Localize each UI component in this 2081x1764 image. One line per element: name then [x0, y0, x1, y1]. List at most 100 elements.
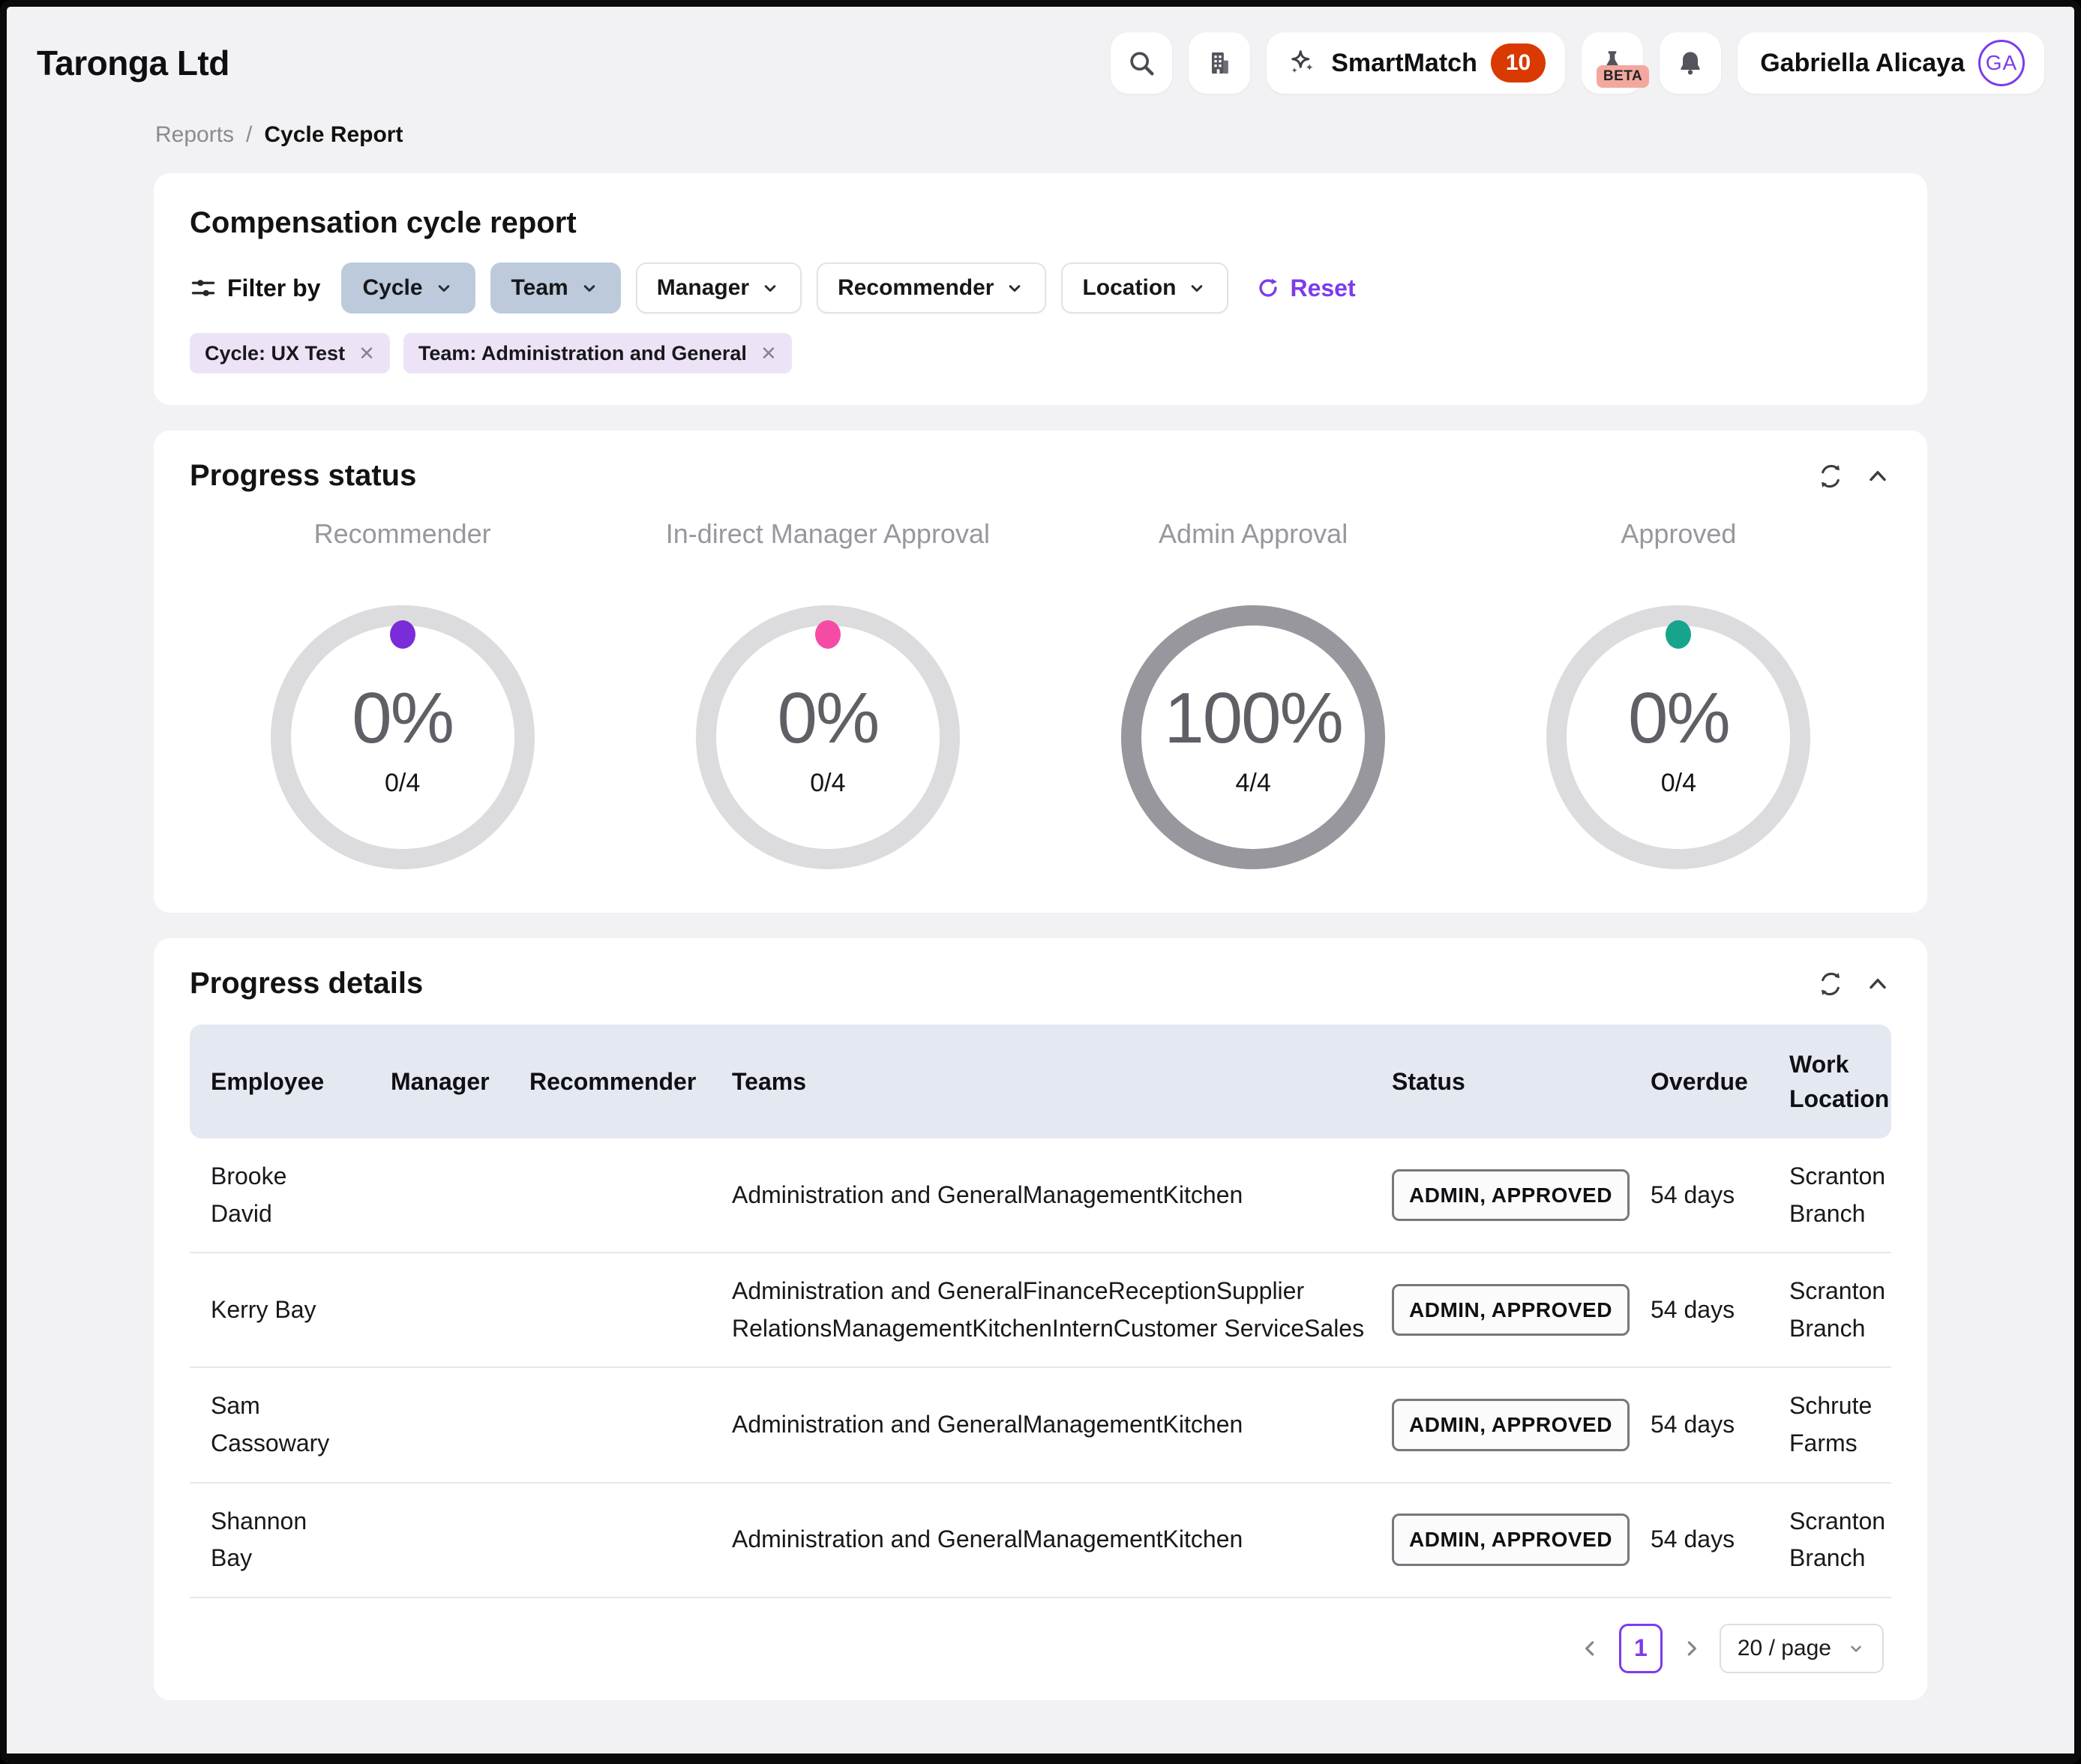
user-name: Gabriella Alicaya [1760, 49, 1965, 78]
column-header-manager: Manager [391, 1064, 529, 1099]
status-cell: ADMIN, APPROVED [1392, 1284, 1651, 1336]
cycle-filter-dropdown[interactable]: Cycle [341, 262, 475, 314]
column-header-work-location: Work Location [1789, 1047, 1907, 1117]
sliders-icon [190, 274, 217, 302]
teams-cell: Administration and GeneralManagementKitc… [732, 1521, 1392, 1558]
filter-by-label-group: Filter by [190, 274, 320, 302]
overdue-cell: 54 days [1651, 1177, 1789, 1214]
remove-chip-icon[interactable]: ✕ [760, 342, 777, 365]
table-row: Shannon Bay Administration and GeneralMa… [190, 1484, 1891, 1598]
gauge-indirect-manager-approval: In-direct Manager Approval 0% 0/4 [615, 518, 1040, 869]
work-location-cell: Scranton Branch [1789, 1503, 1903, 1577]
chevron-down-icon [1846, 1639, 1866, 1658]
breadcrumb: Reports / Cycle Report [155, 122, 2074, 148]
employee-cell: Sam Cassowary [211, 1388, 391, 1462]
recommender-filter-dropdown[interactable]: Recommender [817, 262, 1046, 314]
filter-row: Filter by Cycle Team Manager Recommender… [190, 262, 1891, 314]
teams-cell: Administration and GeneralManagementKitc… [732, 1177, 1392, 1214]
labs-button[interactable]: BETA [1582, 32, 1643, 94]
refresh-icon[interactable] [1816, 970, 1845, 998]
search-button[interactable] [1111, 32, 1172, 94]
company-directory-button[interactable] [1189, 32, 1250, 94]
page-title: Compensation cycle report [190, 206, 1891, 240]
top-bar: Taronga Ltd [7, 7, 2074, 94]
gauge-fraction: 0/4 [385, 769, 420, 798]
page-number-button[interactable]: 1 [1619, 1624, 1663, 1673]
donut-chart: 0% 0/4 [1546, 605, 1810, 869]
remove-chip-icon[interactable]: ✕ [358, 342, 375, 365]
previous-page-icon[interactable] [1579, 1636, 1603, 1660]
column-header-employee: Employee [211, 1064, 391, 1099]
work-location-cell: Scranton Branch [1789, 1273, 1903, 1347]
employee-cell: Brooke David [211, 1158, 391, 1232]
gauge-percent: 0% [1628, 677, 1729, 760]
user-menu[interactable]: Gabriella Alicaya GA [1738, 32, 2044, 94]
page-size-value: 20 / page [1738, 1636, 1831, 1661]
gauge-approved: Approved 0% 0/4 [1466, 518, 1891, 869]
building-icon [1204, 48, 1234, 78]
gauge-label: Approved [1621, 518, 1736, 550]
gauge-fraction: 0/4 [810, 769, 845, 798]
filter-chip-label: Team: Administration and General [418, 342, 747, 365]
employee-cell: Kerry Bay [211, 1292, 391, 1329]
cycle-filter-label: Cycle [362, 275, 422, 301]
progress-gauges: Recommender 0% 0/4 In-direct Manager App… [190, 518, 1891, 869]
gauge-percent: 0% [778, 677, 879, 760]
team-filter-dropdown[interactable]: Team [490, 262, 621, 314]
teams-cell: Administration and GeneralFinanceRecepti… [732, 1273, 1392, 1347]
column-header-teams: Teams [732, 1064, 1392, 1099]
page-size-select[interactable]: 20 / page [1720, 1624, 1884, 1673]
smartmatch-button[interactable]: SmartMatch 10 [1267, 32, 1565, 94]
chevron-down-icon [1004, 278, 1025, 298]
location-filter-dropdown[interactable]: Location [1061, 262, 1228, 314]
refresh-icon[interactable] [1816, 462, 1845, 490]
gauge-dot [390, 620, 415, 649]
collapse-section-icon[interactable] [1864, 970, 1891, 998]
donut-chart: 100% 4/4 [1121, 605, 1385, 869]
reset-icon [1255, 275, 1281, 301]
overdue-cell: 54 days [1651, 1406, 1789, 1444]
gauge-percent: 0% [352, 677, 453, 760]
column-header-recommender: Recommender [529, 1064, 732, 1099]
breadcrumb-reports-link[interactable]: Reports [155, 122, 234, 148]
progress-details-card: Progress details Employee Manager Re [154, 938, 1927, 1700]
status-badge: ADMIN, APPROVED [1392, 1399, 1630, 1450]
reset-label: Reset [1290, 274, 1355, 302]
avatar: GA [1978, 40, 2025, 86]
chevron-down-icon [760, 278, 781, 298]
gauge-percent: 100% [1164, 677, 1342, 760]
smartmatch-label: SmartMatch [1331, 49, 1477, 78]
gauge-dot [815, 620, 841, 649]
manager-filter-dropdown[interactable]: Manager [636, 262, 802, 314]
chevron-down-icon [579, 278, 600, 298]
bell-icon [1675, 48, 1705, 78]
gauge-label: Admin Approval [1159, 518, 1348, 550]
active-filter-chips: Cycle: UX Test ✕ Team: Administration an… [190, 333, 1891, 374]
donut-chart: 0% 0/4 [271, 605, 535, 869]
table-row: Brooke David Administration and GeneralM… [190, 1138, 1891, 1253]
gauge-admin-approval: Admin Approval 100% 4/4 [1041, 518, 1466, 869]
location-filter-label: Location [1082, 275, 1176, 301]
employee-cell: Shannon Bay [211, 1503, 391, 1577]
gauge-fraction: 0/4 [1661, 769, 1696, 798]
gauge-fraction: 4/4 [1235, 769, 1270, 798]
filter-chip-cycle: Cycle: UX Test ✕ [190, 333, 390, 374]
filter-chip-team: Team: Administration and General ✕ [403, 333, 792, 374]
status-badge: ADMIN, APPROVED [1392, 1169, 1630, 1221]
reset-filters-button[interactable]: Reset [1255, 274, 1355, 302]
status-badge: ADMIN, APPROVED [1392, 1514, 1630, 1565]
table-row: Sam Cassowary Administration and General… [190, 1368, 1891, 1483]
filter-chip-label: Cycle: UX Test [205, 342, 345, 365]
filter-by-label: Filter by [227, 274, 320, 302]
search-icon [1126, 48, 1156, 78]
teams-cell: Administration and GeneralManagementKitc… [732, 1406, 1392, 1444]
breadcrumb-separator: / [246, 122, 252, 148]
next-page-icon[interactable] [1679, 1636, 1703, 1660]
notifications-button[interactable] [1660, 32, 1721, 94]
sparkles-icon [1286, 47, 1318, 79]
collapse-section-icon[interactable] [1864, 463, 1891, 490]
gauge-recommender: Recommender 0% 0/4 [190, 518, 615, 869]
table-header: Employee Manager Recommender Teams Statu… [190, 1024, 1891, 1138]
filters-card: Compensation cycle report Filter by Cycl… [154, 173, 1927, 405]
work-location-cell: Scranton Branch [1789, 1158, 1903, 1232]
